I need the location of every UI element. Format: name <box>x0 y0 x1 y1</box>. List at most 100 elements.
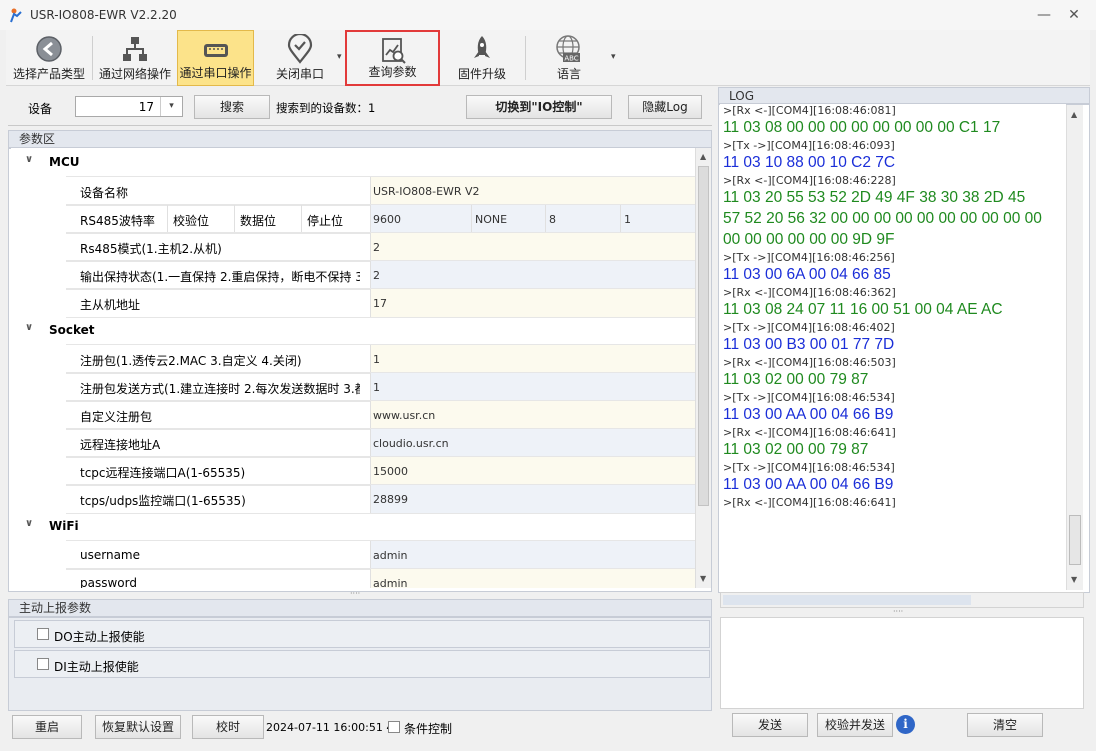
language-button[interactable]: ABC 语言 <box>532 30 606 86</box>
serial-operation-button[interactable]: 通过串口操作 <box>177 30 254 86</box>
do-report-row: DO主动上报使能 <box>14 620 710 648</box>
log-tx-line: 11 03 00 6A 00 04 66 85 <box>723 266 891 283</box>
splitter-grip[interactable]: ···· <box>893 608 913 616</box>
param-row: 注册包发送方式(1.建立连接时 2.每次发送数据时 3.都发 1 <box>66 372 695 402</box>
send-button[interactable]: 发送 <box>732 713 808 737</box>
log-hscrollbar[interactable] <box>720 592 1084 608</box>
param-scrollbar[interactable]: ▲ ▼ <box>695 148 711 588</box>
param-value[interactable]: 1 <box>370 373 695 401</box>
param-row: tcpc远程连接端口A(1-65535) 15000 <box>66 456 695 486</box>
language-dropdown-icon[interactable]: ▾ <box>611 52 616 62</box>
log-meta-line: >[Tx ->][COM4][16:08:46:534] <box>723 461 895 474</box>
scroll-up-icon[interactable]: ▲ <box>700 152 706 161</box>
firmware-upgrade-button[interactable]: 固件升级 <box>446 30 518 86</box>
report-header: 主动上报参数 <box>8 599 712 617</box>
close-serial-dropdown-icon[interactable]: ▾ <box>337 52 342 62</box>
param-row: username admin <box>66 540 695 570</box>
log-rx-line: 57 52 20 56 32 00 00 00 00 00 00 00 00 0… <box>723 210 1042 227</box>
chevron-down-icon[interactable]: ▾ <box>160 97 182 116</box>
param-value[interactable]: admin <box>370 569 695 588</box>
log-meta-line: >[Tx ->][COM4][16:08:46:256] <box>723 251 895 264</box>
log-meta-line: >[Tx ->][COM4][16:08:46:534] <box>723 391 895 404</box>
device-bar: 设备 17 ▾ 搜索 搜索到的设备数：1 切换到"IO控制" 隐藏Log <box>8 88 712 126</box>
log-scrollbar[interactable]: ▲ ▼ <box>1066 105 1083 590</box>
globe-abc-icon: ABC <box>556 35 580 63</box>
scroll-up-icon[interactable]: ▲ <box>1071 110 1077 119</box>
log-meta-line: >[Rx <-][COM4][16:08:46:503] <box>723 356 896 369</box>
param-value[interactable]: admin <box>370 541 695 569</box>
param-row: 自定义注册包 www.usr.cn <box>66 400 695 430</box>
param-row: 注册包(1.透传云2.MAC 3.自定义 4.关闭) 1 <box>66 344 695 374</box>
param-value[interactable]: cloudio.usr.cn <box>370 429 695 457</box>
do-report-checkbox[interactable] <box>37 628 49 640</box>
chevron-down-icon[interactable]: ∨ <box>25 322 33 333</box>
log-meta-line: >[Rx <-][COM4][16:08:46:362] <box>723 286 896 299</box>
query-params-button[interactable]: 查询参数 <box>345 30 440 86</box>
location-check-icon <box>287 34 313 64</box>
log-header: LOG <box>718 87 1090 104</box>
check-send-button[interactable]: 校验并发送 <box>817 713 893 737</box>
hscroll-thumb[interactable] <box>723 595 971 605</box>
log-meta-line: >[Rx <-][COM4][16:08:46:081] <box>723 104 896 117</box>
scroll-thumb[interactable] <box>698 166 709 506</box>
scroll-thumb[interactable] <box>1069 515 1081 565</box>
select-product-type-button[interactable]: 选择产品类型 <box>6 30 92 86</box>
param-value[interactable]: 15000 <box>370 457 695 485</box>
param-row: 输出保持状态(1.一直保持 2.重启保持，断电不保持 3.不 2 <box>66 260 695 290</box>
condition-control-label: 条件控制 <box>404 722 453 736</box>
di-report-checkbox[interactable] <box>37 658 49 670</box>
param-row: 主从机地址 17 <box>66 288 695 318</box>
clear-button[interactable]: 清空 <box>967 713 1043 737</box>
group-wifi[interactable]: ∨ WiFi <box>11 512 695 540</box>
query-chart-icon <box>381 38 406 64</box>
log-rx-line: 00 00 00 00 00 00 9D 9F <box>723 231 895 248</box>
restore-defaults-button[interactable]: 恢复默认设置 <box>95 715 181 739</box>
switch-io-control-button[interactable]: 切换到"IO控制" <box>466 95 612 119</box>
param-value[interactable]: 1 <box>370 345 695 373</box>
restart-button[interactable]: 重启 <box>12 715 82 739</box>
param-row: tcps/udps监控端口(1-65535) 28899 <box>66 484 695 514</box>
log-tx-line: 11 03 00 AA 00 04 66 B9 <box>723 476 894 493</box>
log-meta-line: >[Rx <-][COM4][16:08:46:228] <box>723 174 896 187</box>
param-value[interactable]: 2 <box>370 261 695 289</box>
log-rx-line: 11 03 08 00 00 00 00 00 00 00 00 C1 17 <box>723 119 1001 136</box>
rocket-icon <box>474 36 490 58</box>
scroll-down-icon[interactable]: ▼ <box>700 574 706 583</box>
svg-text:ABC: ABC <box>564 55 578 63</box>
param-row: 远程连接地址A cloudio.usr.cn <box>66 428 695 458</box>
log-tx-line: 11 03 10 88 00 10 C2 7C <box>723 154 896 171</box>
log-rx-line: 11 03 08 24 07 11 16 00 51 00 04 AE AC <box>723 301 1003 318</box>
log-meta-line: >[Tx ->][COM4][16:08:46:093] <box>723 139 895 152</box>
log-output[interactable]: >[Rx <-][COM4][16:08:46:081] 11 03 08 00 … <box>720 104 1066 590</box>
device-select[interactable]: 17 ▾ <box>75 96 183 117</box>
sync-time-button[interactable]: 校时 <box>192 715 264 739</box>
log-rx-line: 11 03 20 55 53 52 2D 49 4F 38 30 38 2D 4… <box>723 189 1026 206</box>
group-mcu[interactable]: ∨ MCU <box>11 148 695 176</box>
send-input[interactable] <box>720 617 1084 709</box>
hide-log-button[interactable]: 隐藏Log <box>628 95 702 119</box>
param-value[interactable]: USR-IO808-EWR V2 <box>370 177 695 205</box>
group-socket[interactable]: ∨ Socket <box>11 316 695 344</box>
condition-control-checkbox[interactable] <box>388 721 400 733</box>
network-operation-button[interactable]: 通过网络操作 <box>94 30 176 86</box>
back-arrow-icon <box>36 36 62 62</box>
search-button[interactable]: 搜索 <box>194 95 270 119</box>
close-serial-button[interactable]: 关闭串口 <box>260 30 340 86</box>
chevron-down-icon[interactable]: ∨ <box>25 518 33 529</box>
info-icon[interactable]: i <box>896 715 915 734</box>
param-value[interactable]: 2 <box>370 233 695 261</box>
scroll-down-icon[interactable]: ▼ <box>1071 575 1077 584</box>
device-label: 设备 <box>28 102 53 116</box>
close-button[interactable]: ✕ <box>1060 4 1088 26</box>
param-row: RS485波特率 校验位 数据位 停止位 9600 NONE 8 1 <box>66 204 695 234</box>
minimize-button[interactable]: — <box>1030 4 1058 26</box>
chevron-down-icon[interactable]: ∨ <box>25 154 33 165</box>
baud-rate-value[interactable]: 9600 NONE 8 1 <box>370 205 695 233</box>
log-meta-line: >[Tx ->][COM4][16:08:46:402] <box>723 321 895 334</box>
param-value[interactable]: www.usr.cn <box>370 401 695 429</box>
param-row: 设备名称 USR-IO808-EWR V2 <box>66 176 695 206</box>
log-meta-line: >[Rx <-][COM4][16:08:46:641] <box>723 426 896 439</box>
param-value[interactable]: 17 <box>370 289 695 317</box>
splitter-grip[interactable]: ···· <box>350 590 370 598</box>
param-value[interactable]: 28899 <box>370 485 695 513</box>
